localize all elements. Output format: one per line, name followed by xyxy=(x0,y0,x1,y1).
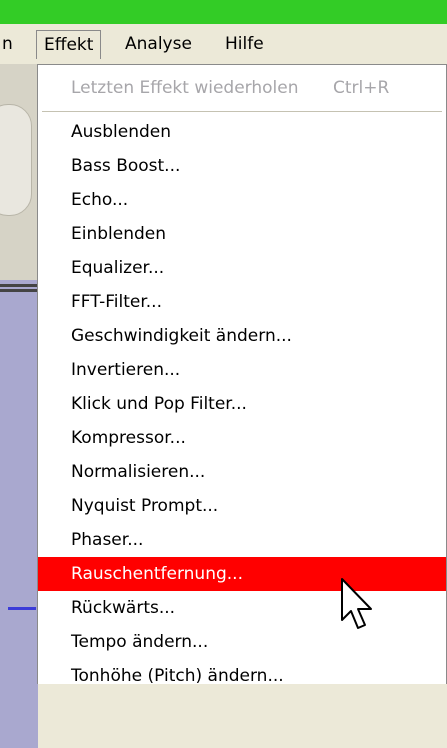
menu-item-invertieren[interactable]: Invertieren... xyxy=(38,353,446,387)
effekt-dropdown-menu: Letzten Effekt wiederholen Ctrl+R Ausble… xyxy=(37,64,447,686)
menu-item-shortcut: Ctrl+R xyxy=(333,78,390,98)
menu-item-rauschentfernung[interactable]: Rauschentfernung... xyxy=(38,557,446,591)
menu-bar: n Effekt Analyse Hilfe xyxy=(0,24,447,64)
waveform-line xyxy=(8,607,36,610)
menu-item-kompressor[interactable]: Kompressor... xyxy=(38,421,446,455)
menu-item-label: Letzten Effekt wiederholen xyxy=(71,78,299,98)
menu-hilfe[interactable]: Hilfe xyxy=(218,30,271,58)
menu-separator xyxy=(42,111,442,112)
menu-item-tonhoehe-aendern[interactable]: Tonhöhe (Pitch) ändern... xyxy=(38,659,446,693)
toolbar-control xyxy=(0,104,32,216)
menu-item-tempo-aendern[interactable]: Tempo ändern... xyxy=(38,625,446,659)
arrow-cursor-icon xyxy=(341,578,372,629)
menu-item-ausblenden[interactable]: Ausblenden xyxy=(38,115,446,149)
track-area xyxy=(0,280,38,748)
menu-item-rueckwaerts[interactable]: Rückwärts... xyxy=(38,591,446,625)
menu-effekt[interactable]: Effekt xyxy=(36,30,102,59)
app-background xyxy=(0,64,38,748)
menu-item-klick-pop-filter[interactable]: Klick und Pop Filter... xyxy=(38,387,446,421)
menu-item-equalizer[interactable]: Equalizer... xyxy=(38,251,446,285)
window-titlebar xyxy=(0,0,447,24)
menu-item-bass-boost[interactable]: Bass Boost... xyxy=(38,149,446,183)
track-divider xyxy=(0,284,38,292)
menu-item-fft-filter[interactable]: FFT-Filter... xyxy=(38,285,446,319)
menu-item-echo[interactable]: Echo... xyxy=(38,183,446,217)
menu-item-phaser[interactable]: Phaser... xyxy=(38,523,446,557)
menu-item-geschwindigkeit[interactable]: Geschwindigkeit ändern... xyxy=(38,319,446,353)
menu-item-normalisieren[interactable]: Normalisieren... xyxy=(38,455,446,489)
menu-file-partial[interactable]: n xyxy=(0,30,20,58)
menu-item-einblenden[interactable]: Einblenden xyxy=(38,217,446,251)
menu-item-nyquist-prompt[interactable]: Nyquist Prompt... xyxy=(38,489,446,523)
menu-analyse[interactable]: Analyse xyxy=(118,30,199,58)
menu-item-repeat-effect: Letzten Effekt wiederholen Ctrl+R xyxy=(38,71,446,105)
